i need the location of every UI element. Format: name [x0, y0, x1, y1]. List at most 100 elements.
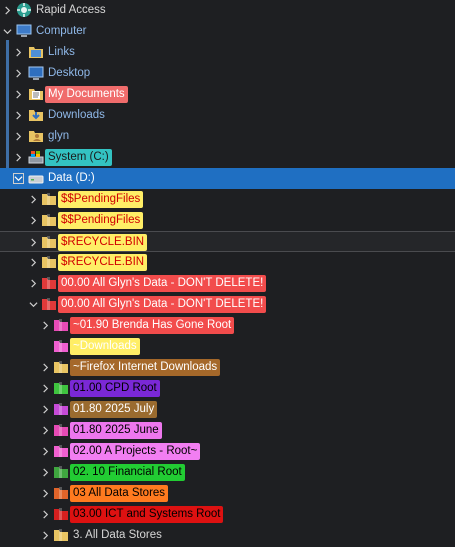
- tree-row-folder[interactable]: 01.00 CPD Root: [0, 378, 455, 399]
- chevron-right-icon[interactable]: [40, 383, 50, 393]
- tree-label: ~Firefox Internet Downloads: [70, 359, 221, 376]
- tree-label: Rapid Access: [36, 4, 106, 16]
- folder-tree: Rapid Access Computer Links Desktop My D…: [0, 0, 455, 547]
- folder-icon: [53, 380, 69, 396]
- chevron-right-icon[interactable]: [13, 131, 23, 141]
- folder-icon: [53, 485, 69, 501]
- tree-label: 03 All Data Stores: [70, 485, 169, 502]
- chevron-right-icon[interactable]: [13, 152, 23, 162]
- tree-row-computer[interactable]: Computer: [0, 21, 455, 42]
- chevron-right-icon[interactable]: [40, 509, 50, 519]
- folder-icon: [41, 296, 57, 312]
- links-folder-icon: [28, 44, 44, 60]
- chevron-right-icon[interactable]: [40, 530, 50, 540]
- tree-row-folder[interactable]: ~01.90 Brenda Has Gone Root: [0, 315, 455, 336]
- tree-label: Data (D:): [48, 172, 95, 184]
- folder-icon: [41, 234, 57, 250]
- tree-label: 03.00 ICT and Systems Root: [70, 506, 224, 523]
- tree-row-folder[interactable]: $$PendingFiles: [0, 189, 455, 210]
- chevron-right-icon[interactable]: [28, 278, 38, 288]
- chevron-down-icon[interactable]: [2, 26, 12, 36]
- tree-row-system-c[interactable]: System (C:): [0, 147, 455, 168]
- tree-label: 02. 10 Financial Root: [70, 464, 185, 481]
- tree-row-folder[interactable]: 02.00 A Projects - Root~: [0, 441, 455, 462]
- folder-icon: [41, 275, 57, 291]
- tree-row-folder[interactable]: 03 All Data Stores: [0, 483, 455, 504]
- tree-row-folder[interactable]: 01.80 2025 June: [0, 420, 455, 441]
- tree-row-folder[interactable]: 3. All Data Stores: [0, 525, 455, 546]
- tree-row-folder[interactable]: $$PendingFiles: [0, 210, 455, 231]
- tree-row-data-d[interactable]: Data (D:): [0, 168, 455, 189]
- chevron-right-icon[interactable]: [2, 5, 12, 15]
- tree-label: $RECYCLE.BIN: [58, 234, 148, 251]
- tree-row-desktop[interactable]: Desktop: [0, 63, 455, 84]
- tree-label: My Documents: [45, 86, 128, 103]
- tree-row-downloads[interactable]: Downloads: [0, 105, 455, 126]
- chevron-right-icon[interactable]: [28, 237, 38, 247]
- tree-row-folder[interactable]: 00.00 All Glyn's Data - DON'T DELETE!: [0, 273, 455, 294]
- tree-row-glyn[interactable]: glyn: [0, 126, 455, 147]
- chevron-right-icon[interactable]: [40, 488, 50, 498]
- chevron-right-icon[interactable]: [40, 467, 50, 477]
- tree-label: System (C:): [45, 149, 112, 166]
- tree-label: 00.00 All Glyn's Data - DON'T DELETE!: [58, 296, 267, 313]
- downloads-folder-icon: [28, 107, 44, 123]
- chevron-right-icon[interactable]: [13, 68, 23, 78]
- chevron-right-icon[interactable]: [28, 257, 38, 267]
- chevron-right-icon[interactable]: [28, 194, 38, 204]
- tree-row-folder[interactable]: ~Firefox Internet Downloads: [0, 357, 455, 378]
- rapid-access-icon: [16, 2, 32, 18]
- tree-label: Downloads: [48, 109, 105, 121]
- tree-label: ~Downloads: [70, 338, 140, 355]
- folder-icon: [41, 212, 57, 228]
- tree-row-links[interactable]: Links: [0, 42, 455, 63]
- chevron-right-icon[interactable]: [40, 404, 50, 414]
- folder-icon: [53, 527, 69, 543]
- tree-label: Desktop: [48, 67, 91, 79]
- tree-row-rapid-access[interactable]: Rapid Access: [0, 0, 455, 21]
- chevron-right-icon[interactable]: [13, 89, 23, 99]
- tree-row-folder[interactable]: 00.00 All Glyn's Data - DON'T DELETE!: [0, 294, 455, 315]
- computer-icon: [16, 23, 32, 39]
- tree-label: 01.00 CPD Root: [70, 380, 160, 397]
- tree-row-my-documents[interactable]: My Documents: [0, 84, 455, 105]
- folder-icon: [53, 464, 69, 480]
- folder-icon: [41, 254, 57, 270]
- folder-icon: [53, 401, 69, 417]
- folder-icon: [53, 317, 69, 333]
- tree-label: Computer: [36, 25, 87, 37]
- user-folder-icon: [28, 128, 44, 144]
- tree-row-folder[interactable]: ~Downloads: [0, 336, 455, 357]
- chevron-right-icon[interactable]: [40, 446, 50, 456]
- tree-label: Links: [48, 46, 75, 58]
- tree-label: ~01.90 Brenda Has Gone Root: [70, 317, 235, 334]
- chevron-right-icon[interactable]: [40, 362, 50, 372]
- tree-label: 01.80 2025 July: [70, 401, 158, 418]
- tree-label: glyn: [48, 130, 70, 142]
- folder-icon: [53, 359, 69, 375]
- chevron-right-icon[interactable]: [13, 47, 23, 57]
- data-drive-icon: [28, 170, 44, 186]
- documents-folder-icon: [28, 86, 44, 102]
- folder-icon: [53, 506, 69, 522]
- tree-row-folder[interactable]: 01.80 2025 July: [0, 399, 455, 420]
- chevron-down-icon[interactable]: [13, 173, 24, 184]
- tree-row-folder[interactable]: $RECYCLE.BIN: [0, 252, 455, 273]
- system-drive-icon: [28, 149, 44, 165]
- tree-label: 3. All Data Stores: [73, 529, 162, 541]
- tree-label: 02.00 A Projects - Root~: [70, 443, 201, 460]
- chevron-right-icon[interactable]: [40, 320, 50, 330]
- folder-icon: [53, 422, 69, 438]
- tree-row-folder[interactable]: $RECYCLE.BIN: [0, 231, 455, 252]
- desktop-icon: [28, 65, 44, 81]
- folder-icon: [53, 338, 69, 354]
- chevron-down-icon[interactable]: [28, 299, 38, 309]
- folder-icon: [41, 191, 57, 207]
- chevron-right-icon[interactable]: [13, 110, 23, 120]
- tree-label: $$PendingFiles: [58, 191, 144, 208]
- tree-row-folder[interactable]: 02. 10 Financial Root: [0, 462, 455, 483]
- chevron-right-icon[interactable]: [28, 215, 38, 225]
- tree-label: 00.00 All Glyn's Data - DON'T DELETE!: [58, 275, 267, 292]
- tree-row-folder[interactable]: 03.00 ICT and Systems Root: [0, 504, 455, 525]
- chevron-right-icon[interactable]: [40, 425, 50, 435]
